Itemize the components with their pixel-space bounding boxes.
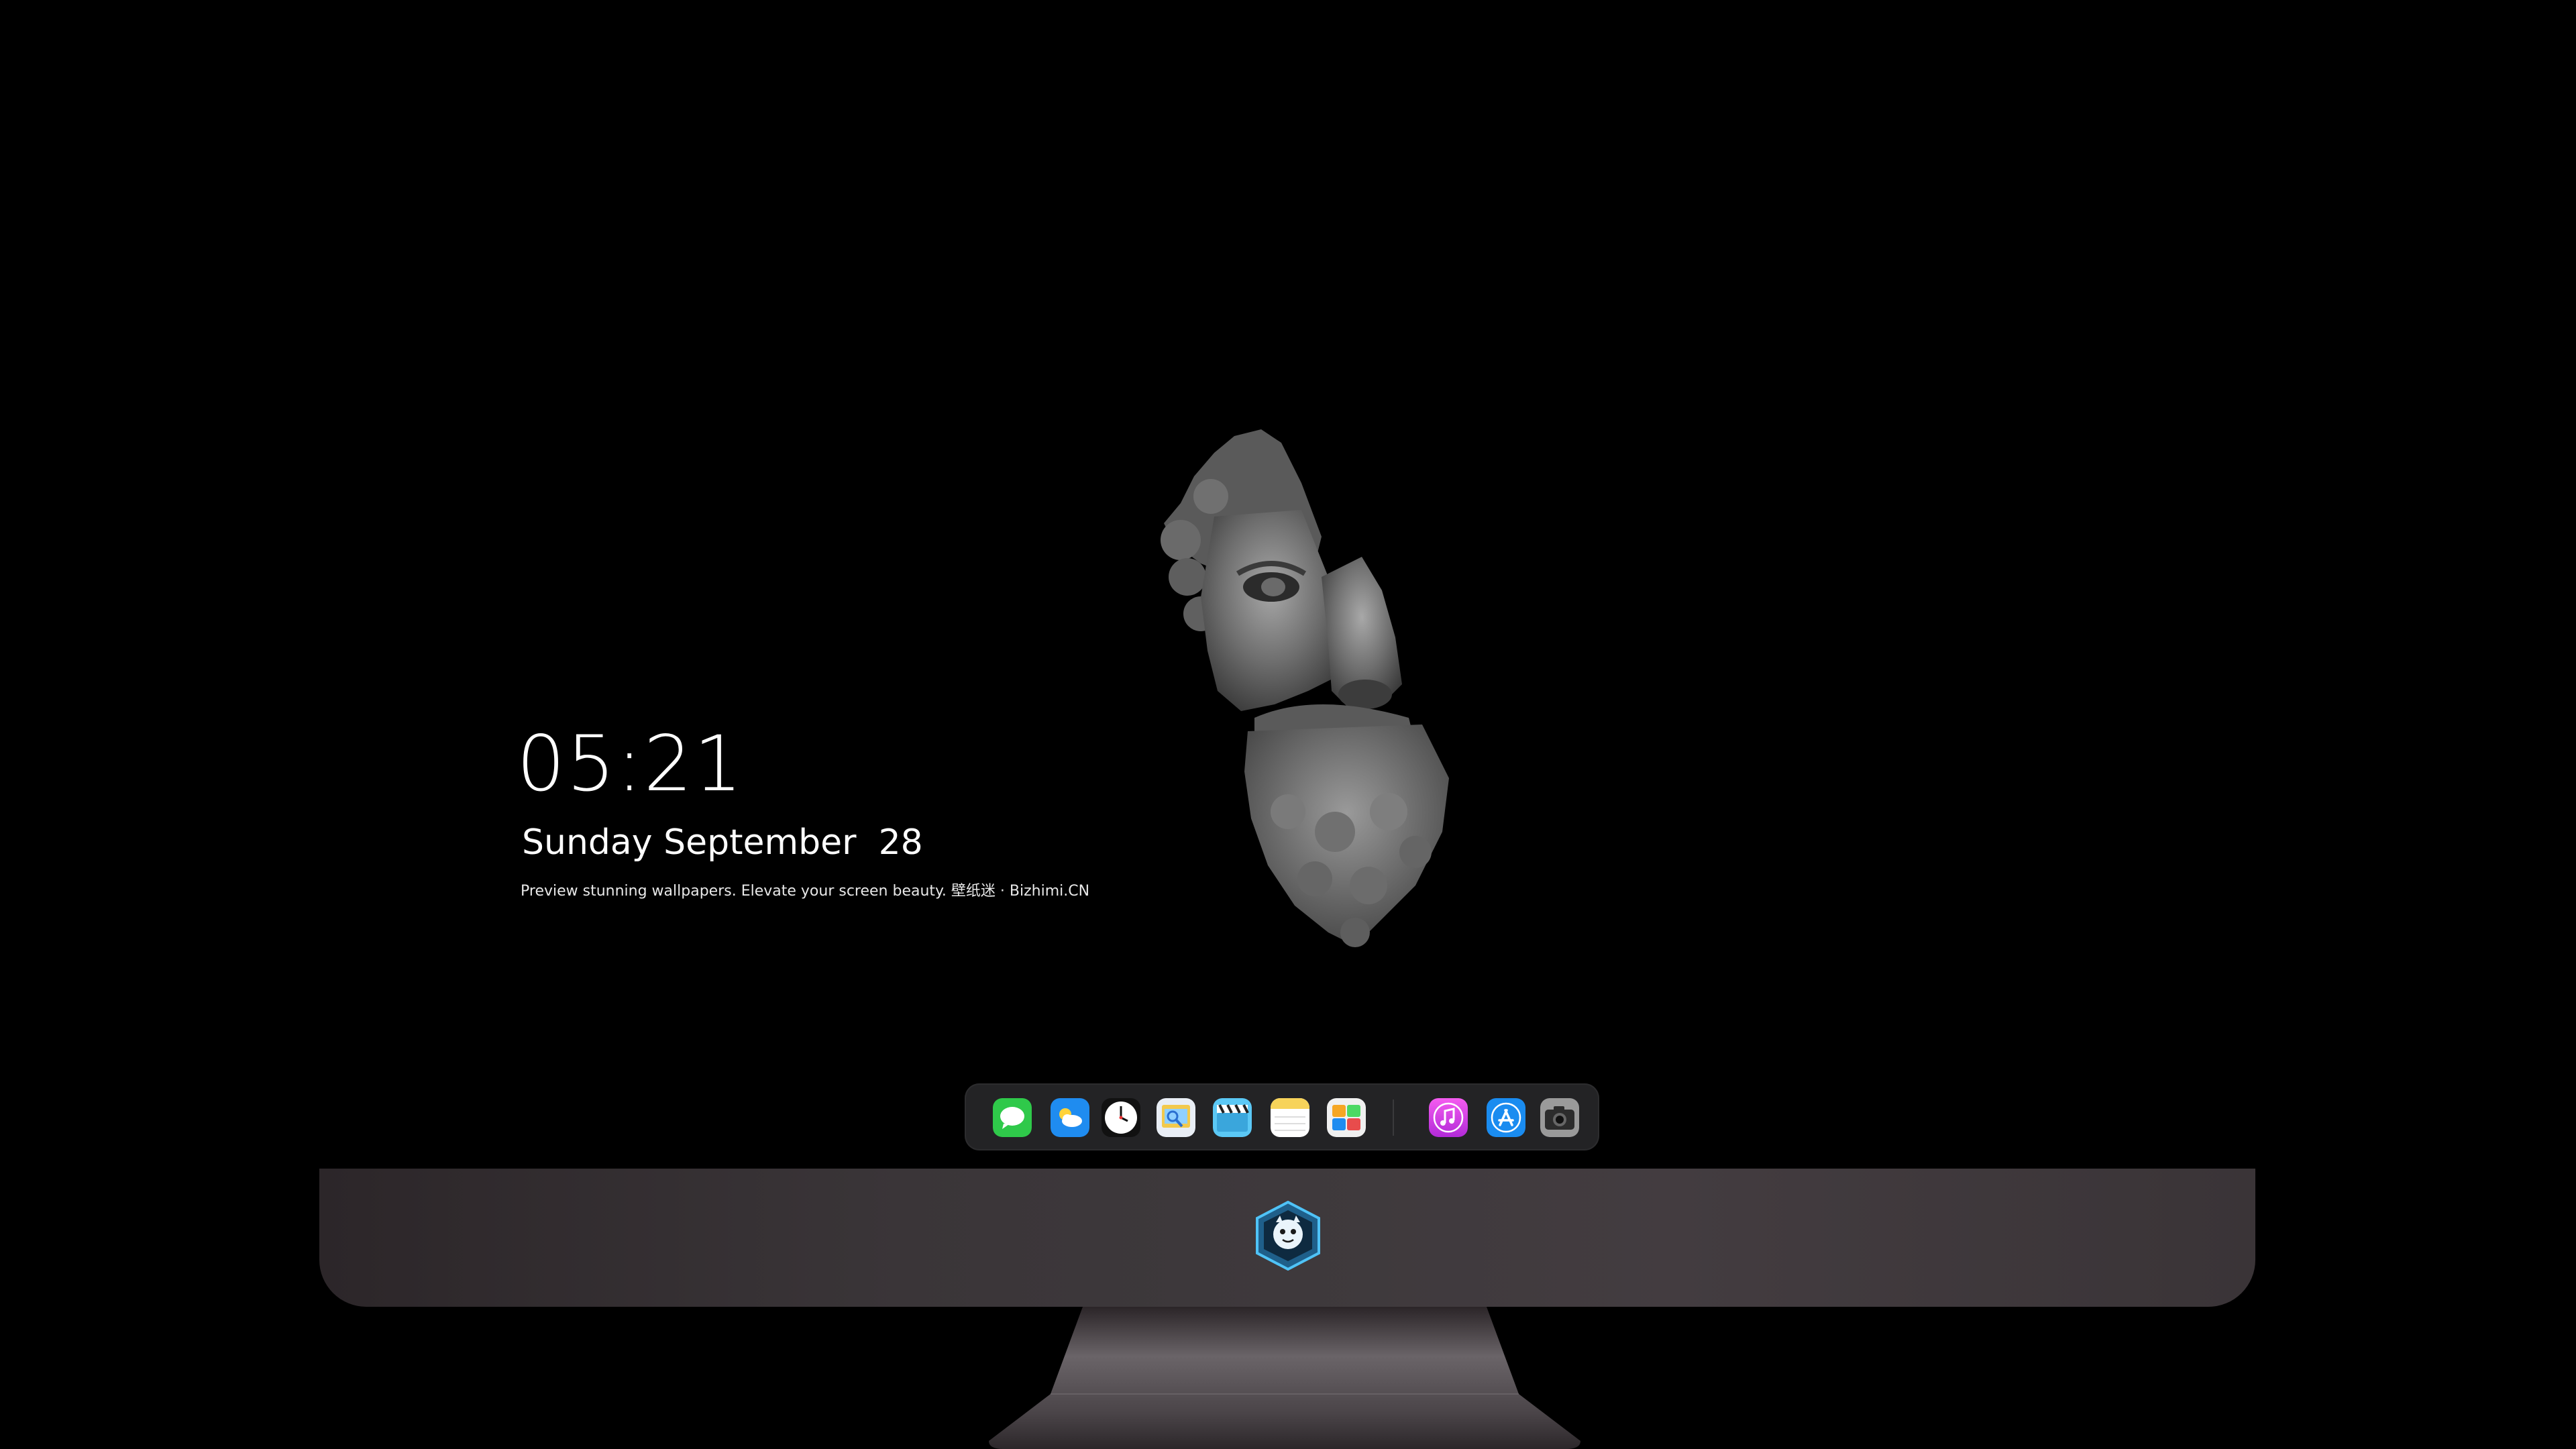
camera-icon[interactable] [1540, 1098, 1579, 1137]
clock-month: September [663, 822, 857, 863]
appstore-icon[interactable] [1487, 1098, 1525, 1137]
clock-weekday: Sunday [522, 822, 653, 863]
desktop-screen: 05:21 Sunday September 28 Preview stunni… [0, 0, 2576, 1449]
clock-time: 05:21 [517, 719, 744, 808]
monitor-stand [989, 1307, 1580, 1449]
notes-icon[interactable] [1271, 1098, 1309, 1137]
clock-day: 28 [878, 822, 923, 863]
clock-icon[interactable] [1102, 1098, 1140, 1137]
dock-separator [1393, 1099, 1394, 1136]
gamecenter-icon[interactable] [1327, 1098, 1366, 1137]
dragon-mascot-logo-icon [1256, 1201, 1320, 1271]
wallpaper-tagline: Preview stunning wallpapers. Elevate you… [521, 883, 1090, 900]
itunes-icon[interactable] [1429, 1098, 1468, 1137]
clips-icon[interactable] [1213, 1098, 1252, 1137]
dock [965, 1083, 1599, 1150]
weather-icon[interactable] [1051, 1098, 1089, 1137]
statue-face-artwork [1161, 429, 1449, 947]
preview-icon[interactable] [1157, 1098, 1195, 1137]
messages-icon[interactable] [993, 1098, 1032, 1137]
clock-date: Sunday September 28 [522, 825, 923, 860]
